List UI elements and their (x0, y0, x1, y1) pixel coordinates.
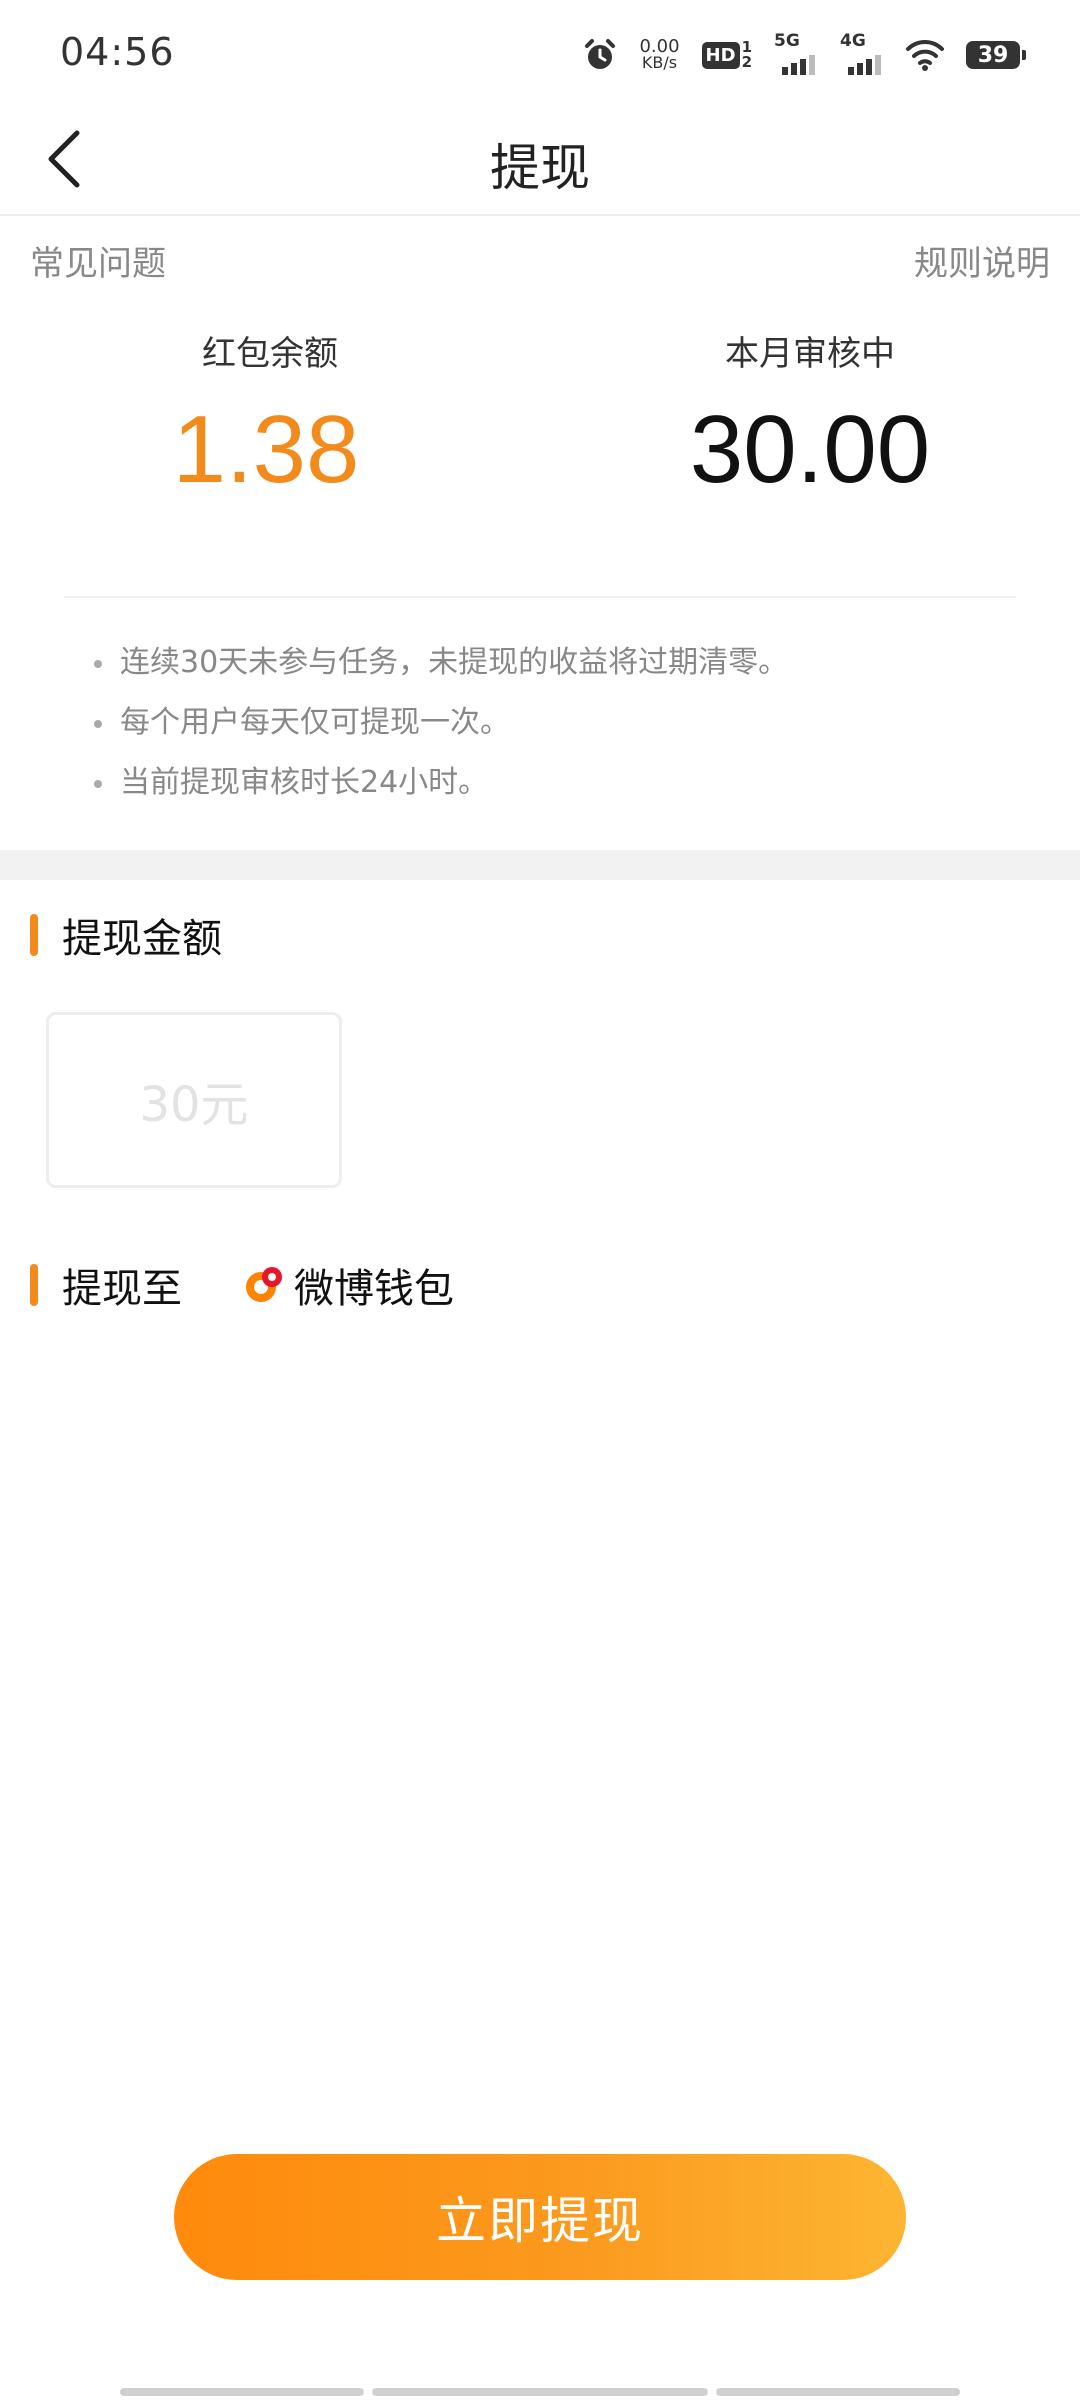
gesture-bar (372, 2388, 708, 2396)
withdraw-now-button[interactable]: 立即提现 (174, 2154, 906, 2280)
note-item: 当前提现审核时长24小时。 (94, 760, 788, 820)
status-time: 04:56 (60, 30, 175, 74)
weibo-wallet-icon (246, 1267, 282, 1302)
accent-bar (30, 1264, 38, 1306)
destination-section-title: 提现至 (62, 1266, 182, 1312)
withdraw-page: 04:56 0.00 KB/s HD 1 2 5G 4G 39 提现 常见问题 … (0, 0, 1080, 2400)
balance-stat: 红包余额 1.38 (0, 326, 540, 505)
destination-section-header: 提现至 微博钱包 (30, 1256, 454, 1314)
wallet-name: 微博钱包 (294, 1266, 454, 1312)
page-title: 提现 (490, 139, 590, 197)
notes-list: 连续30天未参与任务，未提现的收益将过期清零。 每个用户每天仅可提现一次。 当前… (94, 640, 788, 820)
status-bar: 04:56 0.00 KB/s HD 1 2 5G 4G 39 (0, 0, 1080, 108)
faq-link[interactable]: 常见问题 (30, 236, 166, 286)
alarm-icon (583, 38, 617, 72)
gesture-bar (120, 2388, 364, 2396)
wallet-option[interactable]: 微博钱包 (244, 1256, 454, 1314)
net-speed: 0.00 KB/s (639, 36, 680, 72)
balance-label: 红包余额 (202, 334, 338, 374)
pending-stat: 本月审核中 30.00 (540, 326, 1080, 505)
battery-icon: 39 (966, 41, 1026, 69)
signal-4g-icon: 4G (840, 31, 884, 75)
amount-option-button[interactable]: 30元 (46, 1012, 342, 1188)
hd-icon: HD 1 2 (701, 40, 752, 70)
amount-section-header: 提现金额 (30, 906, 222, 964)
note-item: 连续30天未参与任务，未提现的收益将过期清零。 (94, 640, 788, 700)
signal-5g-icon: 5G (774, 31, 818, 75)
section-separator (0, 850, 1080, 880)
accent-bar (30, 914, 38, 956)
status-icons: 0.00 KB/s HD 1 2 5G 4G 39 (583, 31, 1026, 78)
top-links: 常见问题 规则说明 (30, 236, 1050, 286)
gesture-bar (716, 2388, 960, 2396)
pending-label: 本月审核中 (725, 334, 895, 374)
balance-value: 1.38 (172, 396, 360, 503)
note-item: 每个用户每天仅可提现一次。 (94, 700, 788, 760)
wifi-icon (906, 39, 944, 71)
divider (64, 596, 1016, 598)
pending-value: 30.00 (689, 396, 931, 503)
nav-bar: 提现 (0, 108, 1080, 216)
amount-section-title: 提现金额 (62, 916, 222, 962)
rules-link[interactable]: 规则说明 (914, 236, 1050, 286)
